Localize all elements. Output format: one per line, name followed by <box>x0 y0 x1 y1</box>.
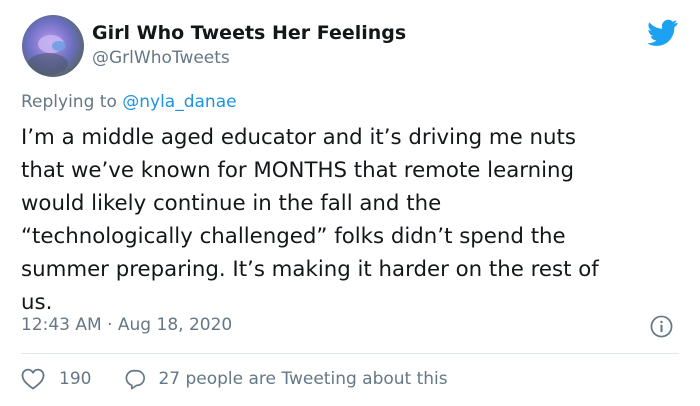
like-button[interactable]: 190 <box>21 368 91 390</box>
tweet-text-line: “technologically challenged” folks didn’… <box>21 224 566 249</box>
heart-icon <box>21 368 45 390</box>
author-display-name[interactable]: Girl Who Tweets Her Feelings <box>92 22 406 44</box>
like-count: 190 <box>59 369 92 389</box>
reply-mention-link[interactable]: @nyla_danae <box>122 92 236 112</box>
avatar-shape <box>52 41 66 51</box>
replying-to-label: Replying to <box>21 92 117 112</box>
tweet-text: I’m a middle aged educator and it’s driv… <box>21 121 686 319</box>
tweet-text-line: would likely continue in the fall and th… <box>21 191 442 216</box>
info-icon[interactable] <box>650 315 673 338</box>
twitter-bird-icon[interactable] <box>647 19 678 46</box>
tweet-text-line: I’m a middle aged educator and it’s driv… <box>21 125 576 150</box>
divider <box>21 353 679 354</box>
conversation-link[interactable]: 27 people are Tweeting about this <box>124 368 448 390</box>
speech-bubble-icon <box>126 369 146 390</box>
avatar-shape <box>28 53 68 75</box>
conversation-count-text: 27 people are Tweeting about this <box>158 369 448 389</box>
tweet-timestamp[interactable]: 12:43 AM · Aug 18, 2020 <box>21 315 232 335</box>
replying-to: Replying to @nyla_danae <box>21 92 237 112</box>
tweet-card: Girl Who Tweets Her Feelings @GrlWhoTwee… <box>0 0 700 406</box>
tweet-actions: 190 27 people are Tweeting about this <box>21 366 448 392</box>
tweet-text-line: summer preparing. It’s making it harder … <box>21 257 599 282</box>
author-handle[interactable]: @GrlWhoTweets <box>92 48 230 68</box>
avatar[interactable] <box>22 15 84 77</box>
tweet-text-line: that we’ve known for MONTHS that remote … <box>21 158 575 183</box>
